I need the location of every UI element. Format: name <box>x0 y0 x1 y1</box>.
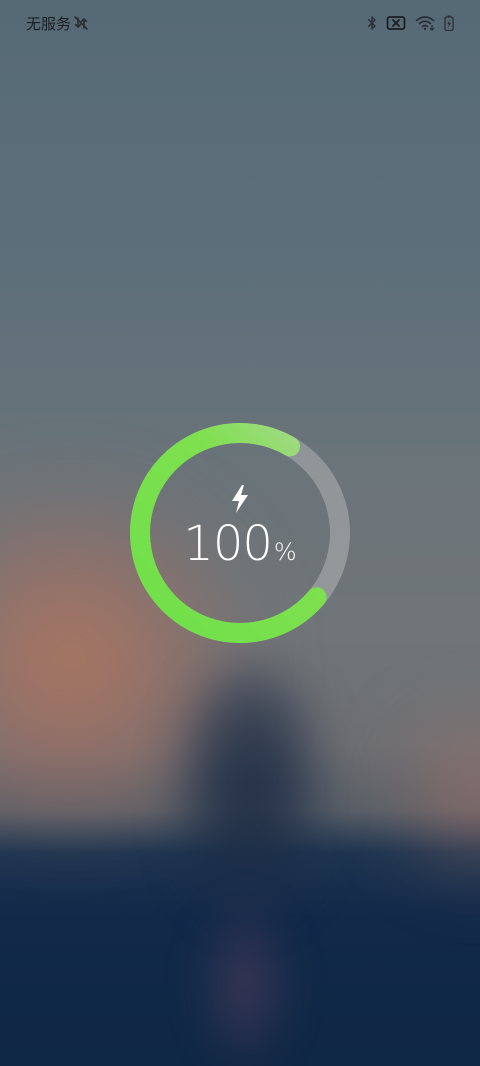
status-bar: 无服务 <box>0 0 480 46</box>
wifi-icon <box>415 15 435 31</box>
battery-percentage-value: 100 <box>183 516 273 572</box>
lock-screen: 无服务 100% <box>0 0 480 1066</box>
wallpaper-warm-glow-right <box>380 720 480 870</box>
wallpaper-reflection <box>200 900 290 1066</box>
charging-progress-ring: 100% <box>129 422 351 644</box>
lightning-bolt-icon <box>228 484 252 514</box>
no-data-icon <box>73 15 89 31</box>
status-left: 无服务 <box>26 13 89 34</box>
battery-percentage-unit: % <box>273 538 297 566</box>
carrier-label: 无服务 <box>26 14 72 33</box>
wallpaper-figure <box>175 660 325 920</box>
bluetooth-icon <box>367 15 377 31</box>
battery-percentage: 100% <box>129 520 351 568</box>
no-sim-icon <box>386 15 406 31</box>
battery-charging-icon <box>444 15 454 31</box>
status-right <box>367 15 454 31</box>
